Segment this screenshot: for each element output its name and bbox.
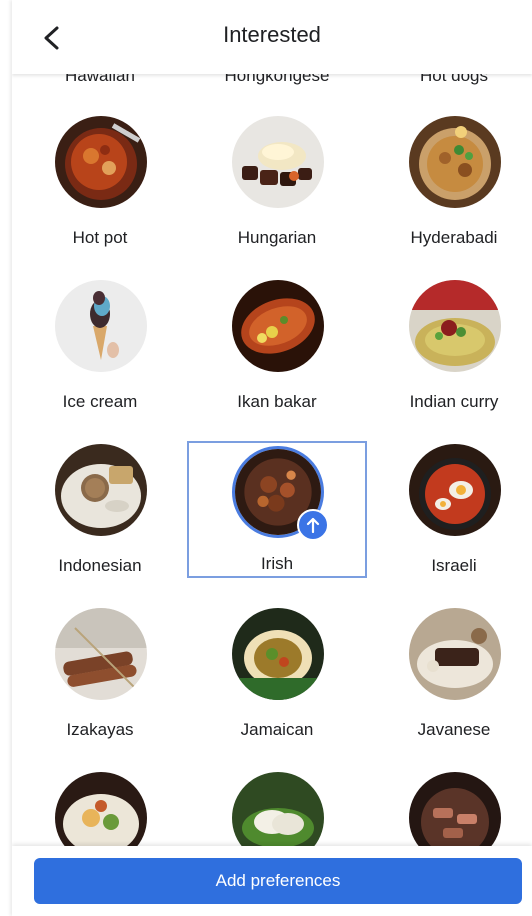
add-preferences-button[interactable]: Add preferences	[34, 858, 522, 904]
israeli-photo	[409, 444, 501, 536]
cuisine-label: Hungarian	[237, 228, 317, 247]
cuisine-label: Hyderabadi	[410, 228, 498, 247]
cuisine-item-indonesian[interactable]: Indonesian	[15, 444, 185, 594]
cuisine-label: Irish	[260, 554, 294, 573]
cuisine-label: Ikan bakar	[237, 392, 317, 411]
cuisine-label: Javanese	[417, 720, 491, 739]
javanese-photo	[409, 608, 501, 700]
cuisine-item-izakayas[interactable]: Izakayas	[15, 608, 185, 758]
hyderabadi-photo	[409, 116, 501, 208]
cuisine-label: Hot pot	[72, 228, 128, 247]
cuisine-item-indian-curry[interactable]: Indian curry	[369, 280, 532, 430]
cuisine-label: Indian curry	[409, 392, 499, 411]
cuisine-label: Israeli	[431, 556, 477, 575]
bottom-bar: Add preferences	[12, 846, 532, 916]
indonesian-photo	[55, 444, 147, 536]
hungarian-photo	[232, 116, 324, 208]
arrow-up-icon[interactable]	[297, 509, 329, 541]
app-bar: Interested	[12, 0, 532, 74]
ikan-bakar-photo	[232, 280, 324, 372]
hot-pot-photo	[55, 116, 147, 208]
cuisine-item-hot-pot[interactable]: Hot pot	[15, 116, 185, 266]
jamaican-photo	[232, 608, 324, 700]
cuisine-item-irish[interactable]: Irish	[187, 441, 367, 578]
cuisine-label: Jamaican	[240, 720, 314, 739]
cuisine-grid: Hawaiian Hongkongese Hot dogs Hot pot Hu…	[12, 0, 532, 916]
page-title: Interested	[223, 22, 321, 47]
cuisine-item-jamaican[interactable]: Jamaican	[192, 608, 362, 758]
cuisine-item-ice-cream[interactable]: Ice cream	[15, 280, 185, 430]
izakayas-photo	[55, 608, 147, 700]
cuisine-item-javanese[interactable]: Javanese	[369, 608, 532, 758]
cuisine-label: Izakayas	[66, 720, 134, 739]
cuisine-item-hungarian[interactable]: Hungarian	[192, 116, 362, 266]
ice-cream-photo	[55, 280, 147, 372]
cuisine-item-hyderabadi[interactable]: Hyderabadi	[369, 116, 532, 266]
cuisine-label: Indonesian	[58, 556, 142, 575]
cuisine-item-israeli[interactable]: Israeli	[369, 444, 532, 594]
screen: Hawaiian Hongkongese Hot dogs Hot pot Hu…	[12, 0, 532, 916]
cuisine-label: Ice cream	[62, 392, 138, 411]
indian-curry-photo	[409, 280, 501, 372]
cuisine-item-ikan-bakar[interactable]: Ikan bakar	[192, 280, 362, 430]
